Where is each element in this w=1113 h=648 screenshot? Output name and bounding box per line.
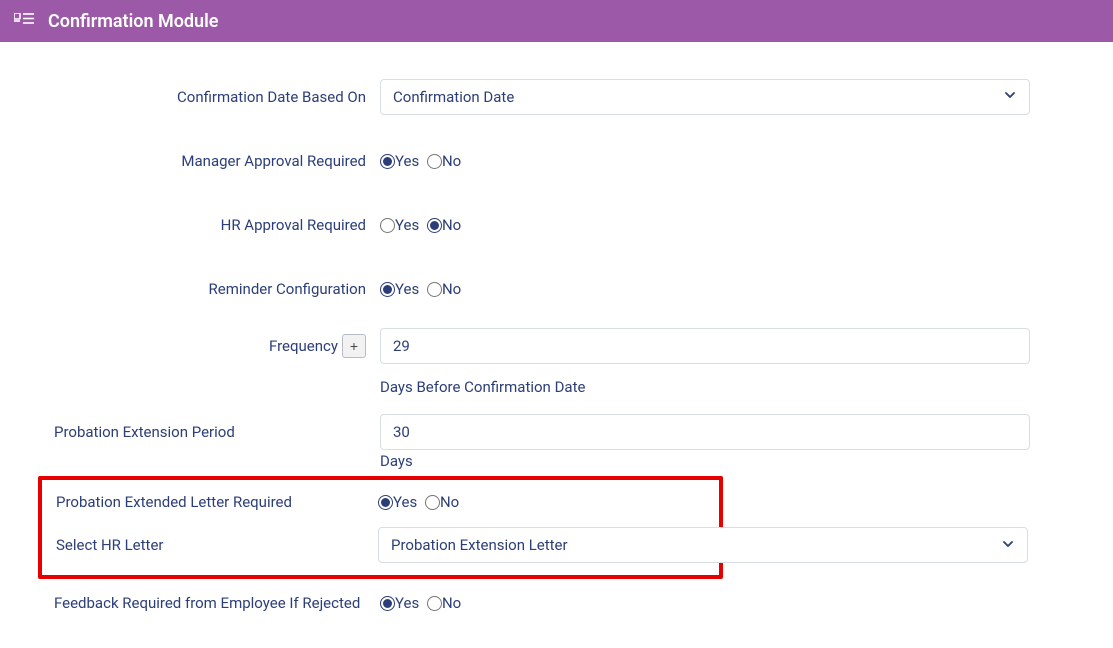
radio-manager-approval-no[interactable]: No	[427, 154, 461, 169]
row-confirmation-date-based-on: Confirmation Date Based On Confirmation …	[40, 72, 1073, 122]
radio-input[interactable]	[380, 282, 395, 297]
radio-label: No	[442, 218, 461, 233]
radio-group-manager-approval: Yes No	[380, 152, 461, 170]
radio-input[interactable]	[427, 218, 442, 233]
radio-group-probation-extended-letter: Yes No	[378, 494, 459, 512]
input-probation-extension-period[interactable]	[380, 414, 1030, 450]
label-probation-extension-period: Probation Extension Period	[40, 422, 380, 443]
radio-group-feedback-required: Yes No	[380, 595, 461, 613]
radio-manager-approval-yes[interactable]: Yes	[380, 154, 419, 169]
radio-input[interactable]	[427, 596, 442, 611]
radio-reminder-yes[interactable]: Yes	[380, 282, 419, 297]
highlight-box: Probation Extended Letter Required Yes N…	[38, 476, 723, 579]
radio-label: No	[442, 596, 461, 611]
label-manager-approval: Manager Approval Required	[40, 151, 380, 172]
label-feedback-required: Feedback Required from Employee If Rejec…	[40, 593, 380, 614]
label-frequency-wrap: Frequency +	[40, 334, 380, 358]
select-value: Confirmation Date	[393, 88, 514, 106]
row-probation-extension-period: Probation Extension Period	[40, 414, 1073, 450]
hint-row-frequency: Days Before Confirmation Date	[40, 378, 1073, 396]
radio-probation-ext-letter-yes[interactable]: Yes	[378, 495, 417, 510]
row-reminder-configuration: Reminder Configuration Yes No	[40, 264, 1073, 314]
label-reminder-configuration: Reminder Configuration	[40, 279, 380, 300]
radio-reminder-no[interactable]: No	[427, 282, 461, 297]
radio-feedback-yes[interactable]: Yes	[380, 596, 419, 611]
radio-group-hr-approval: Yes No	[380, 216, 461, 234]
radio-feedback-no[interactable]: No	[427, 596, 461, 611]
form-list-icon	[14, 13, 34, 29]
hint-probation-extension-period: Days	[380, 452, 413, 470]
radio-label: No	[442, 282, 461, 297]
radio-label: No	[440, 495, 459, 510]
select-hr-letter[interactable]: Probation Extension Letter	[378, 527, 1028, 563]
radio-label: No	[442, 154, 461, 169]
radio-label: Yes	[395, 218, 419, 233]
row-probation-extended-letter: Probation Extended Letter Required Yes N…	[42, 492, 719, 513]
label-confirmation-date-based-on: Confirmation Date Based On	[40, 87, 380, 108]
select-confirmation-date-based-on[interactable]: Confirmation Date	[380, 79, 1030, 115]
label-select-hr-letter: Select HR Letter	[42, 535, 378, 556]
add-frequency-button[interactable]: +	[342, 334, 366, 358]
radio-hr-approval-yes[interactable]: Yes	[380, 218, 419, 233]
select-value: Probation Extension Letter	[391, 536, 568, 554]
radio-label: Yes	[395, 282, 419, 297]
chevron-down-icon	[1003, 88, 1017, 106]
form-area: Confirmation Date Based On Confirmation …	[0, 42, 1113, 648]
row-frequency: Frequency +	[40, 328, 1073, 364]
radio-probation-ext-letter-no[interactable]: No	[425, 495, 459, 510]
radio-input[interactable]	[380, 154, 395, 169]
radio-input[interactable]	[380, 596, 395, 611]
row-feedback-required: Feedback Required from Employee If Rejec…	[40, 593, 1073, 614]
radio-hr-approval-no[interactable]: No	[427, 218, 461, 233]
page-header: Confirmation Module	[0, 0, 1113, 42]
radio-input[interactable]	[380, 218, 395, 233]
radio-input[interactable]	[425, 495, 440, 510]
radio-group-reminder-configuration: Yes No	[380, 280, 461, 298]
input-frequency[interactable]	[380, 328, 1030, 364]
radio-input[interactable]	[378, 495, 393, 510]
row-select-hr-letter: Select HR Letter Probation Extension Let…	[42, 527, 719, 563]
chevron-down-icon	[1001, 537, 1015, 555]
page-title: Confirmation Module	[48, 11, 218, 32]
radio-label: Yes	[395, 154, 419, 169]
label-frequency: Frequency	[269, 336, 338, 357]
label-hr-approval: HR Approval Required	[40, 215, 380, 236]
radio-label: Yes	[395, 596, 419, 611]
radio-input[interactable]	[427, 282, 442, 297]
hint-row-probation-extension-period: Days	[40, 452, 1073, 470]
radio-input[interactable]	[427, 154, 442, 169]
row-manager-approval: Manager Approval Required Yes No	[40, 136, 1073, 186]
label-probation-extended-letter: Probation Extended Letter Required	[42, 492, 378, 513]
radio-label: Yes	[393, 495, 417, 510]
row-hr-approval: HR Approval Required Yes No	[40, 200, 1073, 250]
hint-frequency: Days Before Confirmation Date	[380, 378, 585, 396]
